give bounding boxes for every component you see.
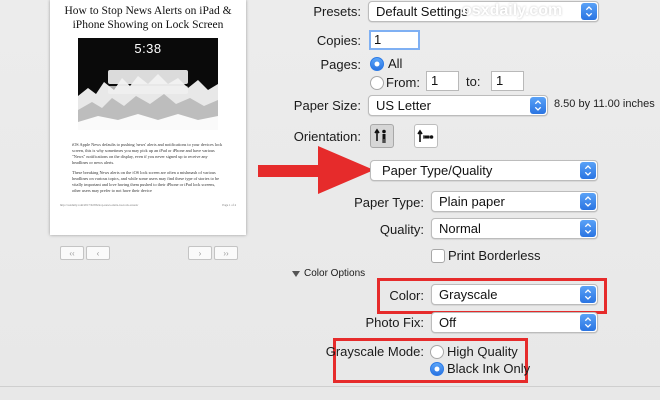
pages-all-label: All — [388, 56, 403, 71]
pages-all-radio[interactable] — [370, 57, 384, 71]
grayscale-mode-label: Grayscale Mode: — [325, 344, 424, 359]
annotation-arrow-icon — [318, 146, 374, 194]
color-stepper-icon — [580, 286, 596, 303]
grayscale-high-quality-label: High Quality — [447, 344, 518, 359]
last-page-button[interactable]: ›› — [214, 246, 238, 260]
preview-paragraph-2: These breaking News alerts on the iOS lo… — [72, 170, 220, 193]
first-page-button[interactable]: ‹‹ — [60, 246, 84, 260]
quality-stepper-icon — [580, 220, 596, 237]
paper-type-stepper-icon — [580, 193, 596, 210]
next-page-button[interactable]: › — [188, 246, 212, 260]
copies-label: Copies: — [316, 33, 361, 48]
color-options-label: Color Options — [304, 268, 366, 279]
paper-size-dimensions: 8.50 by 11.00 inches — [554, 98, 655, 110]
portrait-icon — [374, 128, 386, 143]
grayscale-high-quality-radio[interactable] — [430, 345, 444, 359]
preview-lockscreen-image: 5:38 — [78, 38, 218, 130]
portrait-orientation-button[interactable] — [370, 124, 394, 148]
pages-label: Pages: — [320, 57, 361, 72]
pages-range-radio[interactable] — [370, 76, 384, 90]
pages-to-label: to: — [466, 74, 481, 89]
pages-to-field[interactable]: 1 — [491, 71, 524, 91]
presets-label: Presets: — [313, 4, 361, 19]
preview-paragraph-1: iOS Apple News defaults to pushing 'news… — [72, 142, 223, 165]
quality-popup[interactable]: Normal — [431, 218, 598, 239]
pages-from-label: From: — [386, 75, 420, 90]
section-popup[interactable]: Paper Type/Quality — [370, 160, 598, 181]
photo-fix-popup[interactable]: Off — [431, 312, 598, 333]
grayscale-black-ink-label: Black Ink Only — [447, 361, 531, 376]
preview-document-title: How to Stop News Alerts on iPad & iPhone… — [64, 5, 232, 31]
disclosure-triangle-icon — [292, 270, 300, 277]
paper-type-popup[interactable]: Plain paper — [431, 191, 598, 212]
preview-lockscreen-time: 5:38 — [134, 41, 162, 56]
quality-label: Quality: — [379, 222, 424, 237]
presets-stepper-icon — [581, 3, 597, 20]
copies-field[interactable]: 1 — [369, 30, 420, 50]
annotation-arrow-shaft — [258, 165, 322, 177]
grayscale-black-ink-radio[interactable] — [430, 362, 444, 376]
color-popup[interactable]: Grayscale — [431, 284, 598, 305]
previous-page-button[interactable]: ‹ — [86, 246, 110, 260]
landscape-icon — [417, 129, 434, 142]
paper-size-popup[interactable]: US Letter — [368, 95, 548, 116]
print-borderless-checkbox[interactable] — [431, 249, 445, 263]
preview-footer: http://osxdaily.com/2017/02/06/stop-news… — [60, 203, 236, 207]
paper-type-label: Paper Type: — [354, 195, 424, 210]
paper-size-stepper-icon — [530, 97, 546, 114]
photo-fix-stepper-icon — [580, 314, 596, 331]
print-preview-page: How to Stop News Alerts on iPad & iPhone… — [50, 0, 246, 235]
pages-from-field[interactable]: 1 — [426, 71, 459, 91]
section-stepper-icon — [580, 162, 596, 179]
paper-size-label: Paper Size: — [293, 98, 361, 113]
watermark: osxdaily.com — [462, 2, 563, 19]
color-label: Color: — [389, 288, 424, 303]
bottom-divider — [0, 386, 660, 387]
photo-fix-label: Photo Fix: — [365, 315, 424, 330]
landscape-orientation-button[interactable] — [414, 124, 438, 148]
color-options-disclosure[interactable]: Color Options — [292, 268, 365, 279]
orientation-label: Orientation: — [293, 129, 361, 144]
print-borderless-label: Print Borderless — [448, 248, 541, 263]
